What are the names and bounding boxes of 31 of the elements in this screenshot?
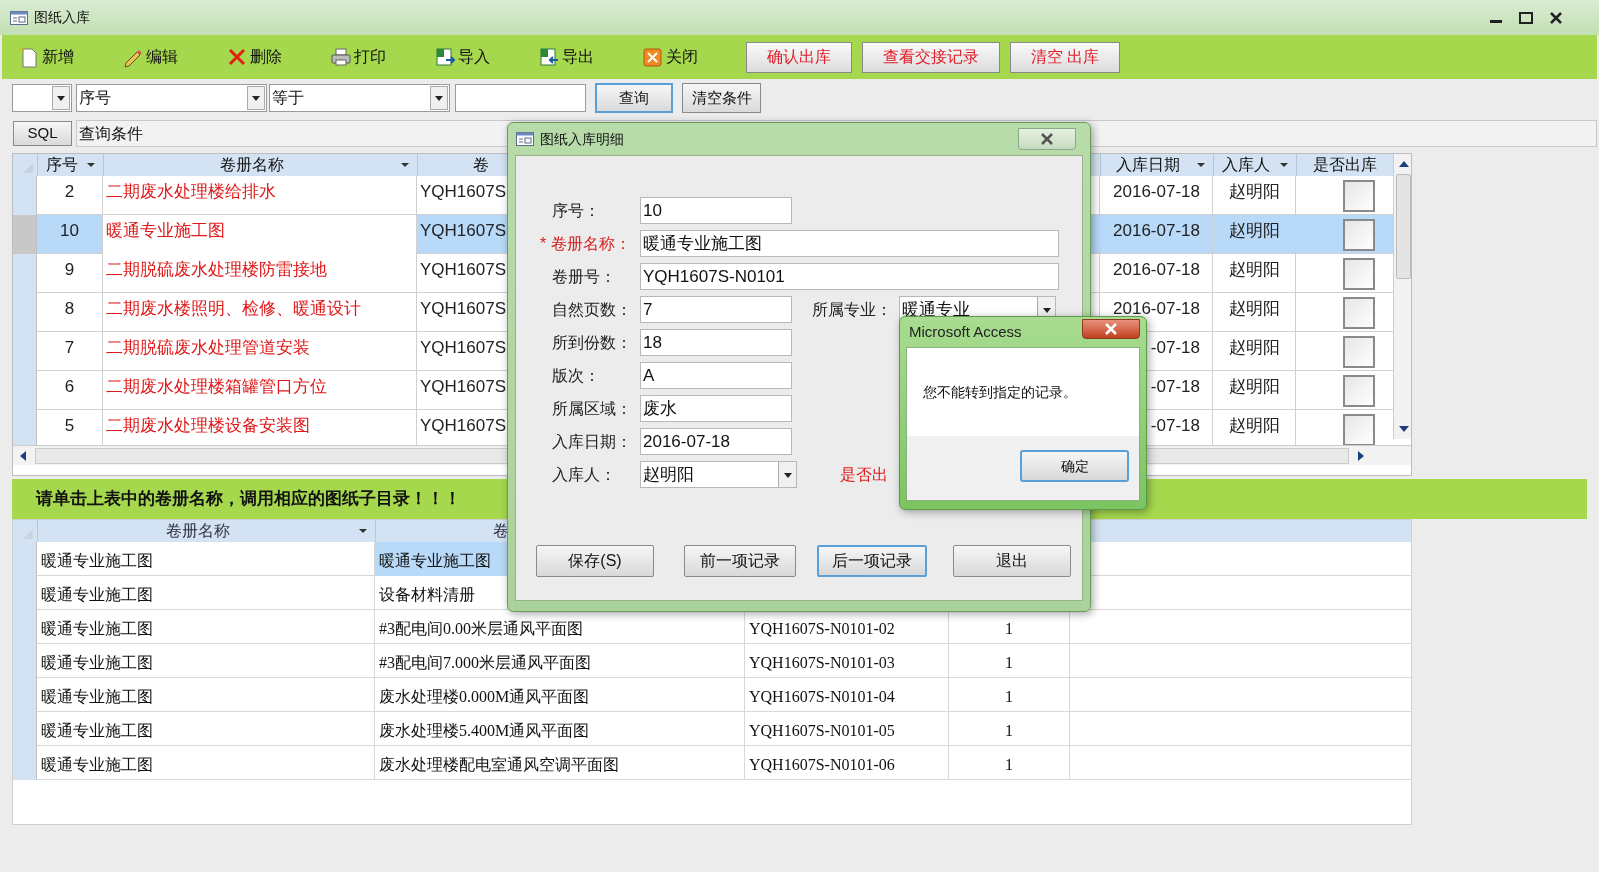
window-title: 图纸入库 bbox=[34, 8, 90, 27]
table-cell: YQH1607S-N0101-05 bbox=[745, 712, 949, 746]
hint-text: 请单击上表中的卷册名称，调用相应的图纸子目录！！！ bbox=[36, 488, 461, 511]
field-label: 自然页数： bbox=[552, 299, 633, 320]
field-label: * 卷册名称： bbox=[540, 233, 632, 254]
field-label: 入库人： bbox=[552, 464, 617, 485]
table-cell: 暖通专业施工图 bbox=[103, 215, 417, 254]
table-cell: YQH1607S-N0101-06 bbox=[745, 746, 949, 780]
table-cell: 暖通专业施工图 bbox=[37, 712, 375, 746]
table-cell: 暖通专业施工图 bbox=[37, 576, 375, 610]
table-cell: 废水处理楼0.000M通风平面图 bbox=[375, 678, 745, 712]
table-cell: 暖通专业施工图 bbox=[37, 678, 375, 712]
table-cell: YQH1607S-N0101-03 bbox=[745, 644, 949, 678]
field-label: 入库日期： bbox=[552, 431, 633, 452]
field-label: 是否出 bbox=[840, 464, 888, 485]
field-label: 所属专业： bbox=[812, 299, 893, 320]
dialog-title: 图纸入库明细 bbox=[540, 129, 624, 149]
table-cell: 1 bbox=[949, 644, 1070, 678]
field-label: 卷册号： bbox=[552, 266, 617, 287]
field-label: 所到份数： bbox=[552, 332, 633, 353]
table-cell: 1 bbox=[949, 712, 1070, 746]
table-cell: 暖通专业施工图 bbox=[37, 610, 375, 644]
table-cell: 1 bbox=[949, 746, 1070, 780]
table-cell: 暖通专业施工图 bbox=[37, 746, 375, 780]
table-cell: 废水处理楼配电室通风空调平面图 bbox=[375, 746, 745, 780]
table-cell: 1 bbox=[949, 678, 1070, 712]
table-cell: 废水处理楼5.400M通风平面图 bbox=[375, 712, 745, 746]
table-cell: #3配电间7.000米层通风平面图 bbox=[375, 644, 745, 678]
table-cell: YQH1607S-N0101-04 bbox=[745, 678, 949, 712]
table-cell: 暖通专业施工图 bbox=[37, 644, 375, 678]
message-text: 您不能转到指定的记录。 bbox=[923, 382, 1077, 402]
